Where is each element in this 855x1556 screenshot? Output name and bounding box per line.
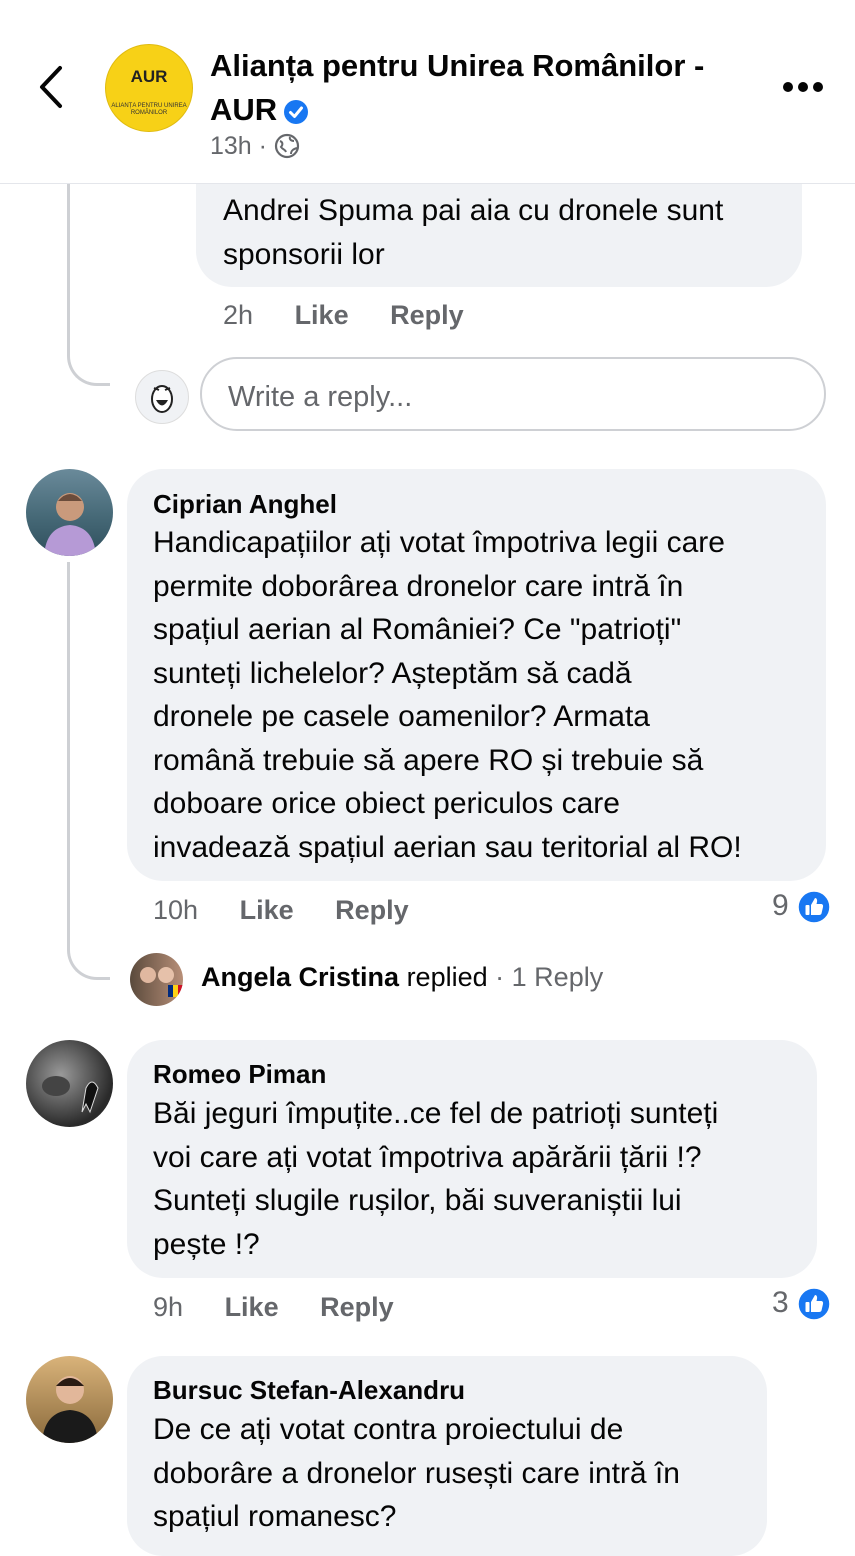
thread-line (67, 183, 110, 386)
reply-actions: 2h Like Reply (223, 300, 498, 331)
comment-actions: 9h Like Reply (153, 1292, 428, 1323)
reaction-count[interactable]: 3 (772, 1286, 831, 1321)
commenter-avatar[interactable] (26, 469, 113, 556)
write-reply-placeholder: Write a reply... (228, 381, 413, 413)
comment-text-line: sunteți lichelelor? Așteptăm să cadă (153, 656, 632, 690)
replied-separator: · (495, 962, 505, 992)
reaction-count-text: 9 (772, 889, 789, 922)
current-user-avatar[interactable] (135, 370, 189, 424)
post-meta: 13h · (210, 132, 300, 161)
comment-text-line: De ce ați votat contra proiectului de (153, 1413, 624, 1446)
comment-text-line: invadează spațiul aerian sau teritorial … (153, 830, 742, 864)
globe-icon (274, 133, 300, 159)
comment-text-line: Băi jeguri împuțite..ce fel de patrioți … (153, 1097, 719, 1130)
comment-bubble[interactable]: Bursuc Stefan-Alexandru De ce ați votat … (127, 1356, 767, 1556)
page-avatar[interactable]: AUR ALIANȚA PENTRU UNIREA ROMÂNILOR (105, 44, 193, 132)
like-button[interactable]: Like (295, 300, 349, 330)
comment-text-line: Sunteți slugile rușilor, băi suveraniști… (153, 1184, 682, 1217)
like-button[interactable]: Like (240, 895, 294, 925)
reply-button[interactable]: Reply (320, 1292, 394, 1322)
comment-text-line: voi care ați votat împotriva apărării ță… (153, 1140, 702, 1174)
reply-button[interactable]: Reply (335, 895, 409, 925)
emoji-face-icon (151, 385, 173, 413)
chevron-left-icon[interactable] (32, 62, 72, 112)
comment-text-line: permite doborârea dronelor care intră în (153, 569, 684, 603)
person-photo-icon (44, 493, 96, 556)
post-header: AUR ALIANȚA PENTRU UNIREA ROMÂNILOR Alia… (0, 0, 855, 184)
commenter-avatar[interactable] (26, 1040, 113, 1127)
write-reply-input[interactable]: Write a reply... (200, 357, 826, 431)
reply-count: 1 Reply (511, 962, 604, 992)
comment-text-line: dronele pe casele oamenilor? Armata (153, 700, 650, 733)
replier-name: Angela Cristina (201, 962, 400, 992)
like-button[interactable]: Like (225, 1292, 279, 1322)
commenter-name[interactable]: Romeo Piman (153, 1059, 326, 1089)
comment-text-line: doboare orice obiect periculos care (153, 787, 620, 820)
verified-badge-icon (284, 99, 309, 124)
people-photo-icon (140, 967, 183, 997)
post-time[interactable]: 13h (210, 132, 252, 160)
comment-text-line: doborâre a dronelor rusești care intră î… (153, 1456, 680, 1490)
reaction-count-text: 3 (772, 1286, 789, 1319)
comment-text-line: română trebuie să apere RO și trebuie să (153, 743, 704, 777)
commenter-avatar[interactable] (26, 1356, 113, 1443)
commenter-name[interactable]: Ciprian Anghel (153, 489, 337, 519)
comment-time[interactable]: 10h (153, 895, 198, 925)
page-title[interactable]: Alianța pentru Unirea Românilor - AUR (210, 44, 750, 132)
logo-subtext: ALIANȚA PENTRU UNIREA ROMÂNILOR (111, 103, 187, 116)
comment-text-line: Handicapațiilor ați votat împotriva legi… (153, 526, 725, 559)
meta-separator: · (258, 132, 267, 160)
logo-text: AUR (130, 67, 168, 86)
like-reaction-icon (797, 1287, 831, 1321)
commenter-name[interactable]: Bursuc Stefan-Alexandru (153, 1375, 465, 1405)
person-photo-icon (42, 1376, 98, 1443)
replier-avatar[interactable] (130, 953, 183, 1006)
more-horizontal-icon[interactable] (782, 80, 824, 94)
reply-text-line: Andrei Spuma pai aia cu dronele sunt (223, 194, 724, 227)
view-replies-link[interactable]: Angela Cristina replied · 1 Reply (201, 962, 603, 993)
black-ribbon-photo-icon (42, 1076, 99, 1114)
comment-text-line: pește !? (153, 1227, 260, 1261)
comment-bubble[interactable]: Ciprian Anghel Handicapațiilor ați votat… (127, 469, 826, 881)
like-reaction-icon (797, 890, 831, 924)
reply-text-line: sponsorii lor (223, 237, 385, 271)
comment-text-line: spațiul aerian al României? Ce "patrioți… (153, 613, 682, 646)
reply-time[interactable]: 2h (223, 300, 253, 330)
comment-actions: 10h Like Reply (153, 895, 443, 926)
thread-line (67, 562, 110, 980)
reply-button[interactable]: Reply (390, 300, 464, 330)
comment-time[interactable]: 9h (153, 1292, 183, 1322)
comment-text-line: spațiul romanesc? (153, 1500, 397, 1533)
replied-label: replied (406, 962, 488, 992)
reaction-count[interactable]: 9 (772, 889, 831, 924)
comment-bubble[interactable]: Romeo Piman Băi jeguri împuțite..ce fel … (127, 1040, 817, 1278)
